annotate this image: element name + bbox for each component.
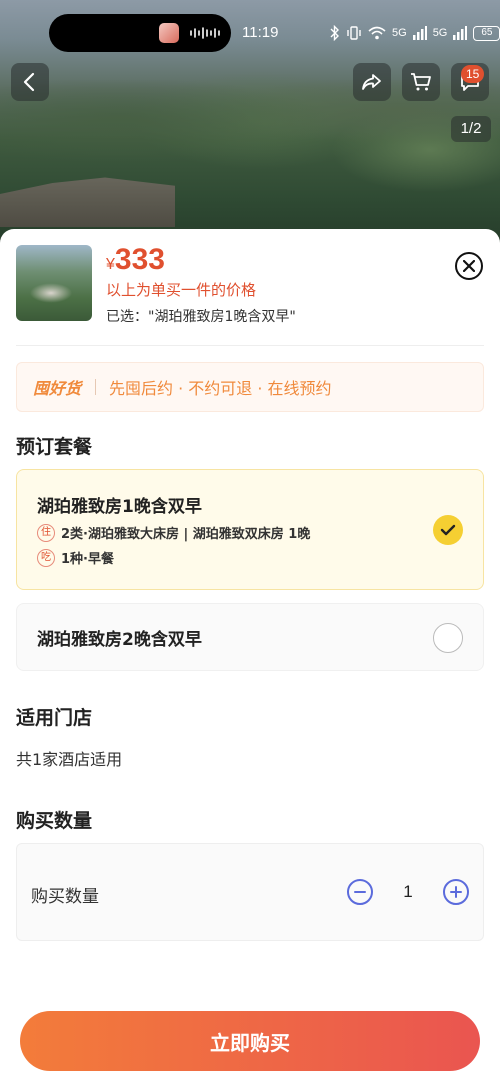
status-bar: 11:19 5G 5G 65 [0, 0, 500, 66]
package-detail-row: 住 2类·湖珀雅致大床房 | 湖珀雅致双床房 1晚 [37, 523, 310, 542]
quantity-value[interactable]: 1 [403, 882, 412, 902]
network-5g-label: 5G [392, 27, 407, 39]
increase-button[interactable] [443, 879, 469, 905]
status-icons: 5G 5G 65 [330, 24, 500, 42]
currency-symbol: ¥ [106, 256, 115, 273]
package-option-1[interactable]: 湖珀雅致房1晚含双早 住 2类·湖珀雅致大床房 | 湖珀雅致双床房 1晚 吃 1… [16, 469, 484, 590]
package-radio-selected[interactable] [433, 515, 463, 545]
status-time: 11:19 [242, 24, 279, 41]
message-badge: 15 [461, 65, 485, 83]
wifi-icon [368, 26, 386, 40]
promo-banner: 囤好货 先囤后约 · 不约可退 · 在线预约 [16, 362, 484, 412]
package-title: 湖珀雅致房1晚含双早 [37, 497, 202, 517]
package-radio-unselected[interactable] [433, 623, 463, 653]
selected-option-text: 已选："湖珀雅致房1晚含双早" [106, 309, 296, 325]
page-indicator: 1/2 [451, 116, 491, 142]
share-button[interactable] [353, 63, 391, 101]
price-note: 以上为单买一件的价格 [106, 281, 257, 299]
quantity-title: 购买数量 [16, 810, 93, 832]
package-option-2[interactable]: 湖珀雅致房2晚含双早 [16, 603, 484, 671]
stores-count-text: 共1家酒店适用 [16, 750, 123, 769]
cart-icon [411, 73, 431, 91]
package-detail-text: 2类·湖珀雅致大床房 | 湖珀雅致双床房 1晚 [61, 527, 311, 542]
back-button[interactable] [11, 63, 49, 101]
package-detail-row: 吃 1种·早餐 [37, 548, 114, 567]
promo-separator [95, 379, 97, 395]
package-title: 湖珀雅致房2晚含双早 [37, 630, 202, 650]
vibrate-icon [347, 26, 361, 40]
divider [16, 345, 484, 346]
packages-title: 预订套餐 [16, 436, 93, 458]
minus-icon [354, 891, 366, 893]
promo-text: 先囤后约 · 不约可退 · 在线预约 [109, 379, 332, 398]
app-icon [159, 23, 179, 43]
quantity-label: 购买数量 [31, 887, 99, 907]
quantity-box: 购买数量 1 [16, 843, 484, 941]
buy-now-button[interactable]: 立即购买 [20, 1011, 480, 1071]
price: ¥333 [106, 243, 165, 277]
price-value: 333 [114, 243, 165, 276]
cart-button[interactable] [402, 63, 440, 101]
battery-indicator: 65 [473, 25, 500, 41]
package-detail-text: 1种·早餐 [61, 552, 114, 567]
bluetooth-icon [330, 25, 339, 41]
dynamic-island [49, 14, 231, 52]
plus-icon [450, 886, 462, 898]
decrease-button[interactable] [347, 879, 373, 905]
audio-wave-icon [190, 27, 220, 39]
close-button[interactable] [455, 252, 483, 280]
close-icon [463, 260, 475, 272]
quantity-stepper: 1 [347, 875, 469, 909]
back-arrow-icon [23, 72, 35, 92]
share-icon [362, 74, 381, 90]
signal-icon [412, 26, 427, 40]
purchase-sheet: ¥333 以上为单买一件的价格 已选："湖珀雅致房1晚含双早" 囤好货 先囤后约… [0, 229, 500, 1085]
promo-brand: 囤好货 [33, 379, 82, 398]
check-icon [440, 524, 456, 536]
product-thumbnail[interactable] [16, 245, 92, 321]
network-5g-label-2: 5G [432, 27, 448, 39]
stay-tag: 住 [37, 523, 55, 542]
meal-tag: 吃 [37, 548, 55, 567]
signal-icon-2 [453, 26, 468, 40]
stores-title: 适用门店 [16, 707, 93, 729]
